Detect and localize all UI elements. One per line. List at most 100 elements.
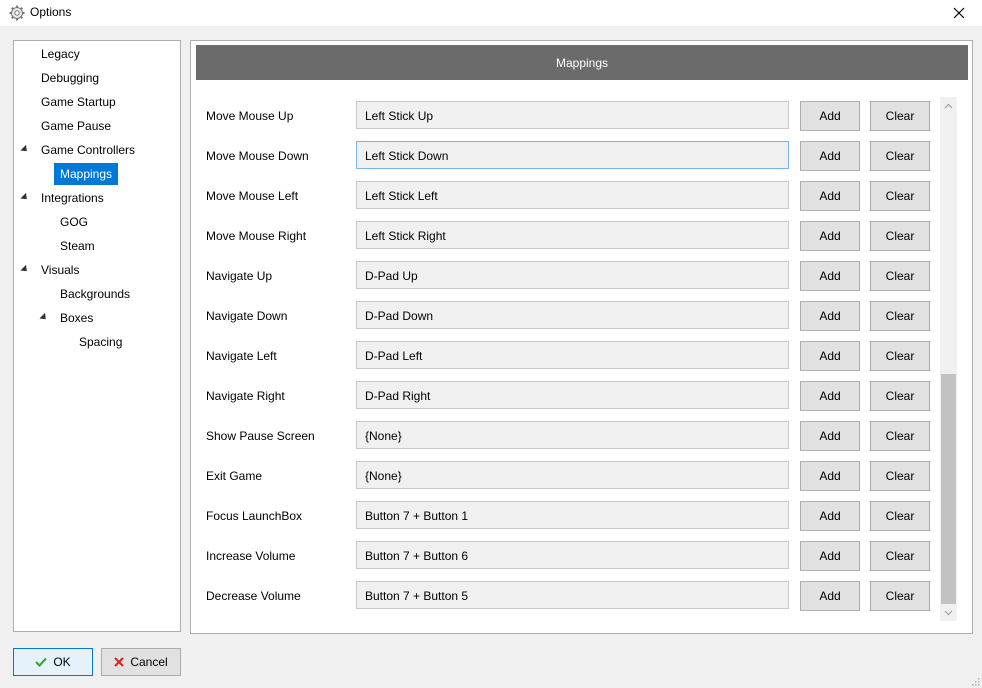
sidebar-item-game-controllers[interactable]: Game Controllers [35,139,141,161]
clear-button[interactable]: Clear [870,461,930,491]
mapping-value-field[interactable]: D-Pad Up [356,261,789,289]
add-button[interactable]: Add [800,341,860,371]
expand-triangle-icon[interactable] [20,264,30,275]
sidebar-item-mappings[interactable]: Mappings [54,163,119,185]
clear-button[interactable]: Clear [870,261,930,291]
sidebar-item-label: Legacy [41,47,80,61]
mapping-value-field[interactable]: Button 7 + Button 5 [356,581,789,609]
sidebar-item-label: GOG [60,215,89,229]
add-button[interactable]: Add [800,141,860,171]
mapping-row: Navigate Left D-Pad Left Add Clear [191,341,941,371]
add-button[interactable]: Add [800,461,860,491]
sidebar-item-game-startup[interactable]: Game Startup [35,91,122,113]
mapping-name: Increase Volume [206,549,296,563]
add-button[interactable]: Add [800,381,860,411]
sidebar-item-label: Integrations [41,191,104,205]
clear-button[interactable]: Clear [870,421,930,451]
sidebar-item-debugging[interactable]: Debugging [35,67,105,89]
mapping-row: Exit Game {None} Add Clear [191,461,941,491]
sidebar-item-spacing[interactable]: Spacing [73,331,128,353]
sidebar-item-gog[interactable]: GOG [54,211,94,233]
mapping-value-field[interactable]: D-Pad Left [356,341,789,369]
add-button[interactable]: Add [800,261,860,291]
mapping-name: Decrease Volume [206,589,301,603]
add-button[interactable]: Add [800,221,860,251]
clear-button[interactable]: Clear [870,341,930,371]
expand-triangle-icon[interactable] [20,144,30,155]
clear-button[interactable]: Clear [870,101,930,131]
mapping-row: Increase Volume Button 7 + Button 6 Add Cle… [191,541,941,571]
clear-button[interactable]: Clear [870,581,930,611]
clear-button[interactable]: Clear [870,141,930,171]
clear-button[interactable]: Clear [870,221,930,251]
mapping-row: Navigate Right D-Pad Right Add Clear [191,381,941,411]
mapping-row: Focus LaunchBox Button 7 + Button 1 Add Cle… [191,501,941,531]
clear-button[interactable]: Clear [870,301,930,331]
scrollbar-thumb[interactable] [941,374,956,604]
mapping-row: Show Pause Screen {None} Add Clear [191,421,941,451]
gear-icon [9,5,25,21]
sidebar-item-label: Steam [60,239,95,253]
mapping-value-field[interactable]: D-Pad Right [356,381,789,409]
clear-button[interactable]: Clear [870,501,930,531]
close-icon [953,7,965,19]
sidebar-item-label: Game Startup [41,95,116,109]
title-bar: Options [0,0,982,26]
clear-button[interactable]: Clear [870,181,930,211]
mappings-panel: Mappings Move Mouse Up Left Stick Up Add Cl… [190,40,973,634]
cancel-button[interactable]: Cancel [101,648,181,676]
sidebar-item-label: Mappings [54,163,119,185]
expand-triangle-icon[interactable] [39,312,49,323]
sidebar-item-label: Boxes [60,311,94,325]
mapping-value-field[interactable]: Button 7 + Button 6 [356,541,789,569]
chevron-up-icon [944,103,953,108]
mapping-value-field[interactable]: Left Stick Left [356,181,789,209]
resize-grip-icon[interactable] [970,676,980,686]
sidebar-item-steam[interactable]: Steam [54,235,101,257]
add-button[interactable]: Add [800,101,860,131]
mapping-value-field[interactable]: Left Stick Up [356,101,789,129]
add-button[interactable]: Add [800,501,860,531]
sidebar-item-game-pause[interactable]: Game Pause [35,115,117,137]
mapping-row: Move Mouse Right Left Stick Right Add Clear [191,221,941,251]
mapping-value-field[interactable]: {None} [356,461,789,489]
mapping-name: Navigate Right [206,389,285,403]
sidebar-item-label: Debugging [41,71,100,85]
sidebar-item-boxes[interactable]: Boxes [54,307,99,329]
add-button[interactable]: Add [800,301,860,331]
expand-triangle-icon[interactable] [20,192,30,203]
vertical-scrollbar[interactable] [940,97,957,621]
scroll-up-button[interactable] [940,97,957,114]
clear-button[interactable]: Clear [870,541,930,571]
sidebar-item-integrations[interactable]: Integrations [35,187,110,209]
mapping-value-field[interactable]: Left Stick Right [356,221,789,249]
ok-button[interactable]: OK [13,648,93,676]
mapping-row: Navigate Up D-Pad Up Add Clear [191,261,941,291]
add-button[interactable]: Add [800,581,860,611]
add-button[interactable]: Add [800,181,860,211]
cancel-label: Cancel [130,655,168,669]
sidebar-item-backgrounds[interactable]: Backgrounds [54,283,136,305]
mapping-row: Decrease Volume Button 7 + Button 5 Add Cle… [191,581,941,611]
mapping-row: Navigate Down D-Pad Down Add Clear [191,301,941,331]
mapping-name: Exit Game [206,469,263,483]
mapping-value-field[interactable]: {None} [356,421,789,449]
sidebar-item-label: Game Pause [41,119,112,133]
mapping-value-field[interactable]: D-Pad Down [356,301,789,329]
mapping-value-field[interactable]: Button 7 + Button 1 [356,501,789,529]
mapping-row: Move Mouse Left Left Stick Left Add Clear [191,181,941,211]
mapping-name: Navigate Up [206,269,273,283]
add-button[interactable]: Add [800,541,860,571]
clear-button[interactable]: Clear [870,381,930,411]
sidebar-item-visuals[interactable]: Visuals [35,259,85,281]
panel-header: Mappings [196,45,968,80]
mapping-name: Move Mouse Up [206,109,294,123]
mapping-value-field[interactable]: Left Stick Down [356,141,789,169]
mapping-name: Navigate Down [206,309,288,323]
window-title: Options [30,5,72,19]
close-button[interactable] [936,0,982,26]
add-button[interactable]: Add [800,421,860,451]
sidebar-item-legacy[interactable]: Legacy [35,43,86,65]
options-tree[interactable]: Legacy Debugging Game Startup Game Pause Gam… [13,40,181,632]
scroll-down-button[interactable] [940,604,957,621]
